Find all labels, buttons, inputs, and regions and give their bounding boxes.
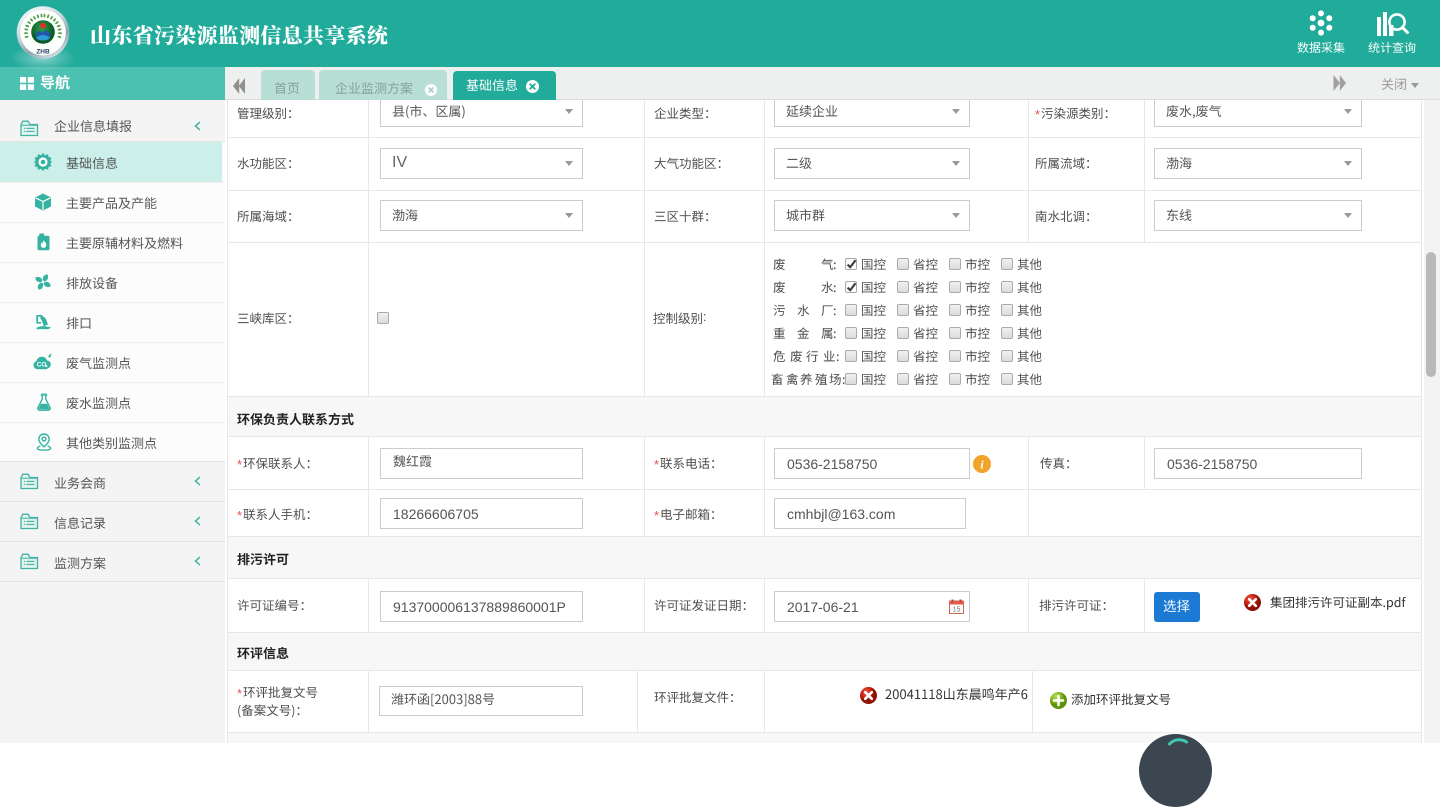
svg-text:15: 15 [953, 607, 961, 614]
svg-text:CO: CO [37, 362, 47, 369]
svg-text:ZHB: ZHB [36, 49, 50, 56]
